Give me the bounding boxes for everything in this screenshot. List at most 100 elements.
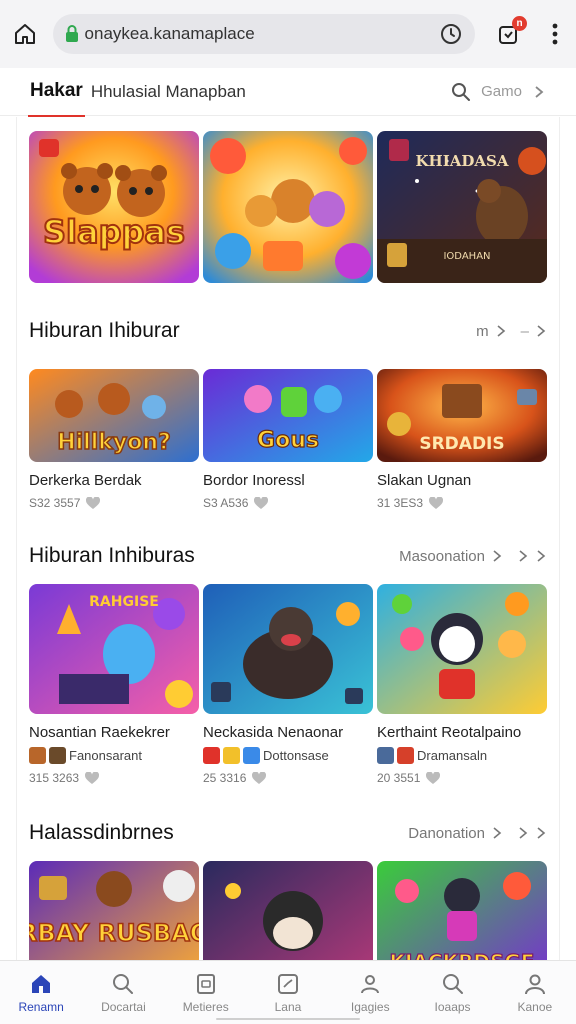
publisher-name: Dramansaln [417, 748, 488, 763]
featured-tile-1-art-label: Slappas [43, 213, 185, 251]
section-title: Hiburan Inhiburas [29, 544, 195, 567]
game-meta: 20 3551 [377, 771, 547, 785]
featured-tile-1[interactable]: Slappas [29, 131, 199, 283]
chevron-right-icon [519, 827, 528, 839]
heart-icon[interactable] [429, 496, 444, 510]
game-thumbnail [203, 584, 373, 714]
game-card[interactable]: Neckasida Nenaonar Dottonsase 25 3316 [203, 584, 373, 785]
section-more[interactable]: Masoonation [399, 548, 547, 565]
search-icon[interactable] [451, 82, 471, 102]
game-stats: 31 3ES3 [377, 496, 424, 510]
game-thumbnail-label: KIACKBDSGE [390, 950, 535, 960]
game-card[interactable] [203, 861, 373, 960]
section-more-label: Masoonation [399, 547, 485, 565]
heart-icon[interactable] [254, 496, 269, 510]
game-card[interactable]: RAHGISE Nosantian Raekekrer Fanonsarant … [29, 584, 199, 785]
game-thumbnail [203, 861, 373, 960]
featured-tile-3[interactable]: KHIADASA IODAHAN [377, 131, 547, 283]
nav-item-home[interactable]: Renamn [1, 972, 81, 1014]
nav-item-notes[interactable]: Metieres [166, 972, 246, 1014]
chevron-right-icon [537, 827, 546, 839]
chevron-right-icon [519, 550, 528, 562]
profile-icon [524, 974, 545, 994]
chevron-right-icon [497, 325, 505, 337]
section-header: Hiburan Ihiburar m – [29, 319, 547, 343]
nav-item-stats[interactable]: Lana [248, 972, 328, 1014]
nav-item-people[interactable]: Igagies [330, 972, 410, 1014]
game-meta: S32 3557 [29, 496, 199, 510]
game-grid: RAHGISE Nosantian Raekekrer Fanonsarant … [29, 584, 547, 785]
featured-tile-3-art-label: KHIADASA [416, 152, 509, 170]
game-thumbnail-label: RAHGISE [89, 594, 159, 610]
chevron-right-icon [493, 827, 502, 839]
nav-label: Ioaaps [434, 999, 471, 1014]
publisher-icon [49, 747, 66, 764]
game-grid: BRBAY RUSBAOS [29, 861, 547, 960]
section-more[interactable]: Danonation [408, 825, 547, 842]
game-card[interactable]: Hillkyon? Derkerka Berdak S32 3557 [29, 369, 199, 510]
game-meta: 315 3263 [29, 771, 199, 785]
nav-item-search[interactable]: Docartai [83, 972, 163, 1014]
chart-icon [277, 973, 298, 994]
overflow-menu-icon[interactable] [545, 20, 564, 48]
page-info-icon[interactable] [439, 22, 463, 46]
nav-label: Docartai [101, 999, 146, 1014]
game-thumbnail-label: BRBAY RUSBAOS [29, 919, 199, 947]
section-header: Hiburan Inhiburas Masoonation [29, 544, 547, 568]
game-thumbnail: RAHGISE [29, 584, 199, 714]
chevron-right-icon [537, 550, 546, 562]
game-card[interactable]: SRDADIS Slakan Ugnan 31 3ES3 [377, 369, 547, 510]
chevron-right-icon[interactable] [532, 85, 546, 99]
game-thumbnail-label: Hillkyon? [57, 430, 171, 455]
nav-item-explore[interactable]: Ioaaps [413, 972, 493, 1014]
game-card[interactable]: BRBAY RUSBAOS [29, 861, 199, 960]
brand-tab[interactable]: Hakar [28, 80, 85, 118]
game-thumbnail: Gous [203, 369, 373, 462]
url-text: onaykea.kanamaplace [84, 24, 255, 43]
game-title: Nosantian Raekekrer [29, 724, 170, 741]
game-publisher: Dramansaln [377, 747, 547, 764]
game-card[interactable]: KIACKBDSGE [377, 861, 547, 960]
game-thumbnail: SRDADIS [377, 369, 547, 462]
game-stats: 315 3263 [29, 771, 80, 785]
game-thumbnail-label: Gous [257, 428, 319, 453]
nav-label: Igagies [350, 999, 390, 1014]
game-thumbnail: BRBAY RUSBAOS [29, 861, 199, 960]
people-icon [361, 974, 380, 993]
heart-icon[interactable] [252, 771, 267, 785]
nav-item-profile[interactable]: Kanoe [495, 972, 575, 1014]
publisher-icon [203, 747, 220, 764]
section-more[interactable]: m – [476, 323, 547, 340]
home-icon[interactable] [12, 20, 39, 48]
search-icon [442, 973, 463, 994]
featured-tile-2[interactable] [203, 131, 373, 283]
address-bar[interactable]: onaykea.kanamaplace [52, 14, 475, 54]
game-stats: 20 3551 [377, 771, 421, 785]
nav-label: Renamn [18, 999, 64, 1014]
game-title: Slakan Ugnan [377, 472, 472, 489]
search-label[interactable]: Gamo [481, 83, 522, 100]
game-title: Derkerka Berdak [29, 472, 142, 489]
game-publisher: Dottonsase [203, 747, 373, 764]
home-icon [32, 974, 51, 993]
game-title: Neckasida Nenaonar [203, 724, 344, 741]
game-meta: 25 3316 [203, 771, 373, 785]
main-content: Slappas KHIADASA IODAHAN Hiburan Ihibura… [0, 117, 576, 960]
game-grid: Hillkyon? Derkerka Berdak S32 3557 Gous … [29, 369, 547, 510]
heart-icon[interactable] [86, 496, 101, 510]
publisher-icon [243, 747, 260, 764]
game-title: Kerthaint Reotalpaino [377, 724, 522, 741]
tabs-button[interactable]: n [495, 16, 528, 48]
game-publisher: Fanonsarant [29, 747, 199, 764]
site-header: Hakar Hhulasial Manapban Gamo [0, 68, 576, 118]
game-card[interactable]: Kerthaint Reotalpaino Dramansaln 20 3551 [377, 584, 547, 785]
heart-icon[interactable] [426, 771, 441, 785]
publisher-icon [397, 747, 414, 764]
nav-label: Kanoe [517, 999, 553, 1014]
section-more-label: Danonation [408, 824, 485, 842]
game-card[interactable]: Gous Bordor Inoressl S3 A536 [203, 369, 373, 510]
browser-toolbar: onaykea.kanamaplace n [0, 0, 576, 68]
heart-icon[interactable] [85, 771, 100, 785]
app-screen: onaykea.kanamaplace n Hakar Hhulasial Ma… [0, 0, 576, 1024]
publisher-name: Fanonsarant [69, 748, 142, 763]
